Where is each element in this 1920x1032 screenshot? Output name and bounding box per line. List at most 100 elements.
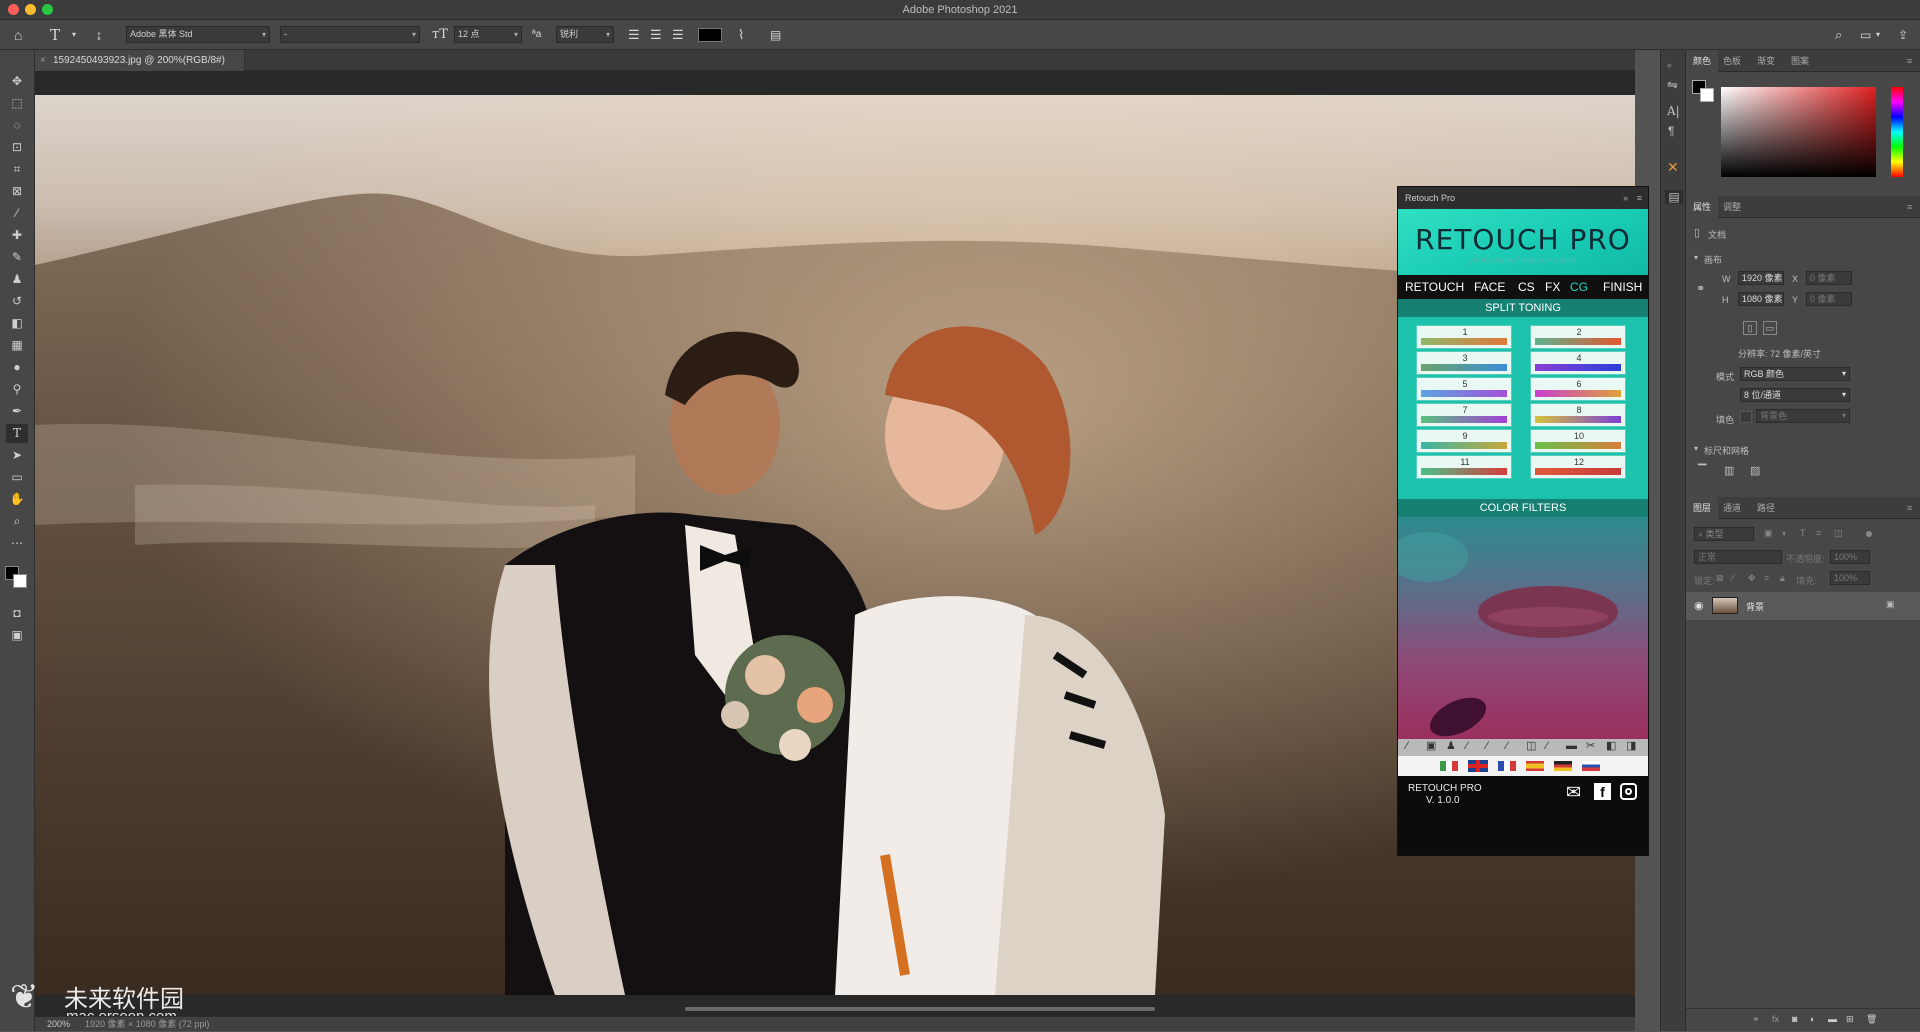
nav-fx[interactable]: FX	[1545, 275, 1560, 299]
nav-retouch[interactable]: RETOUCH	[1405, 275, 1464, 299]
new-layer-icon[interactable]: ⊞	[1846, 1014, 1854, 1025]
brush-icon[interactable]: ⁄	[1486, 739, 1488, 753]
screen-mode-icon[interactable]: ▣	[6, 626, 28, 645]
quick-select-tool-icon[interactable]: ⊡	[6, 138, 28, 157]
fill-color-swatch[interactable]	[1740, 411, 1752, 423]
split-tone-preset-2[interactable]: 2	[1530, 325, 1626, 349]
email-icon[interactable]: ✉	[1566, 782, 1581, 803]
font-family-select[interactable]: Adobe 黑体 Std ▾	[126, 26, 270, 43]
blur-tool-icon[interactable]: ●	[6, 358, 28, 377]
canvas-x-field[interactable]: 0 像素	[1806, 271, 1852, 285]
split-tone-preset-11[interactable]: 11	[1416, 455, 1512, 479]
hue-slider[interactable]	[1891, 87, 1903, 177]
filter-smart-icon[interactable]: ◫	[1834, 528, 1843, 539]
ruler-icon[interactable]: ▔	[1698, 464, 1706, 477]
grid-icon[interactable]: ▥	[1724, 464, 1734, 477]
workspace-icon[interactable]: ▭	[1860, 26, 1871, 44]
adjustment-layer-icon[interactable]: ◐	[1810, 1014, 1815, 1024]
tab-color[interactable]: 颜色	[1686, 50, 1719, 72]
stamp-icon[interactable]: ♟	[1446, 739, 1456, 753]
hand-tool-icon[interactable]: ✋	[6, 490, 28, 509]
color-filter-preview[interactable]	[1398, 517, 1648, 739]
chevron-down-icon[interactable]: ▾	[1694, 444, 1698, 453]
opacity-field[interactable]: 100%	[1830, 550, 1870, 564]
filter-adjust-icon[interactable]: ◐	[1782, 528, 1787, 538]
path-select-tool-icon[interactable]: ➤	[6, 446, 28, 465]
zoom-level[interactable]: 200%	[47, 1017, 70, 1032]
eraser-tool-icon[interactable]: ◧	[6, 314, 28, 333]
background-color-swatch[interactable]	[13, 574, 27, 588]
tab-channels[interactable]: 通道	[1716, 497, 1748, 519]
fx-icon[interactable]: fx	[1772, 1014, 1779, 1024]
move-tool-icon[interactable]: ✥	[6, 72, 28, 91]
rectangle-tool-icon[interactable]: ▭	[6, 468, 28, 487]
split-tone-preset-9[interactable]: 9	[1416, 429, 1512, 453]
expand-icon[interactable]: ◨	[1626, 739, 1636, 753]
lasso-tool-icon[interactable]: ◌	[6, 116, 28, 135]
retouch-pro-icon[interactable]: ✕	[1667, 160, 1679, 174]
filter-pixel-icon[interactable]: ▣	[1764, 528, 1773, 539]
frame-tool-icon[interactable]: ⊠	[6, 182, 28, 201]
tab-properties[interactable]: 属性	[1686, 196, 1719, 218]
document-canvas[interactable]	[35, 95, 1635, 995]
character-panel-icon[interactable]: ▤	[770, 26, 781, 44]
search-icon[interactable]: ⌕	[1835, 26, 1842, 44]
healing-brush-icon[interactable]: ✚	[6, 226, 28, 245]
visibility-eye-icon[interactable]: ◉	[1694, 599, 1704, 612]
lock-position-icon[interactable]: ✥	[1748, 573, 1756, 584]
marquee-tool-icon[interactable]: ⬚	[6, 94, 28, 113]
layer-name[interactable]: 背景	[1746, 600, 1764, 613]
nav-cg[interactable]: CG	[1570, 275, 1588, 299]
tab-adjustments[interactable]: 调整	[1716, 196, 1748, 218]
dodge-tool-icon[interactable]: ⚲	[6, 380, 28, 399]
brush-tool-icon[interactable]: ✎	[6, 248, 28, 267]
tab-swatches[interactable]: 色板	[1716, 50, 1748, 72]
warp-text-icon[interactable]: ⌇	[738, 26, 744, 44]
pen-tool-icon[interactable]: ✒	[6, 402, 28, 421]
paragraph-panel-icon[interactable]: ¶	[1668, 124, 1674, 138]
split-tone-preset-5[interactable]: 5	[1416, 377, 1512, 401]
layer-filter-select[interactable]: ⌕ 类型	[1694, 527, 1754, 541]
history-brush-icon[interactable]: ↺	[6, 292, 28, 311]
split-tone-preset-8[interactable]: 8	[1530, 403, 1626, 427]
new-group-icon[interactable]: ▬	[1828, 1014, 1837, 1024]
instagram-icon[interactable]	[1620, 783, 1637, 800]
align-center-icon[interactable]: ☰	[650, 26, 662, 44]
landscape-orientation-icon[interactable]: ▭	[1763, 321, 1777, 335]
font-size-select[interactable]: 12 点 ▾	[454, 26, 522, 43]
flag-spain-icon[interactable]	[1526, 761, 1544, 771]
font-style-select[interactable]: - ▾	[280, 26, 420, 43]
layers-icon[interactable]: ◫	[1526, 739, 1536, 753]
stamp-tool-icon[interactable]: ♟	[6, 270, 28, 289]
canvas-width-field[interactable]: 1920 像素	[1738, 271, 1784, 285]
pencil-icon[interactable]: ⁄	[1466, 739, 1468, 753]
crop-tool-icon[interactable]: ⌗	[6, 160, 28, 179]
flag-germany-icon[interactable]	[1554, 761, 1572, 771]
collapse-icon[interactable]: »	[1623, 187, 1628, 209]
close-icon[interactable]: ×	[40, 50, 46, 71]
split-tone-preset-1[interactable]: 1	[1416, 325, 1512, 349]
split-tone-preset-6[interactable]: 6	[1530, 377, 1626, 401]
split-tone-preset-3[interactable]: 3	[1416, 351, 1512, 375]
chevron-down-icon[interactable]: ▾	[1876, 26, 1880, 44]
ruler-icon[interactable]: ▬	[1566, 739, 1577, 753]
horizontal-scrollbar-thumb[interactable]	[685, 1007, 1155, 1011]
layer-row-background[interactable]: ◉ 背景 ▣	[1686, 592, 1920, 620]
nav-finish[interactable]: FINISH	[1603, 275, 1642, 299]
panel-menu-icon[interactable]: ≡	[1637, 187, 1642, 209]
split-tone-preset-12[interactable]: 12	[1530, 455, 1626, 479]
pen-icon[interactable]: ⁄	[1506, 739, 1508, 753]
settings-icon[interactable]: ◧	[1606, 739, 1616, 753]
fill-select[interactable]: 背景色 ▾	[1756, 409, 1850, 423]
color-mode-select[interactable]: RGB 颜色 ▾	[1740, 367, 1850, 381]
link-layers-icon[interactable]: ⚭	[1752, 1014, 1760, 1025]
canvas-section-label[interactable]: 画布	[1704, 253, 1722, 266]
fill-opacity-field[interactable]: 100%	[1830, 571, 1870, 585]
background-color-swatch[interactable]	[1700, 88, 1714, 102]
plugin-panel-icon[interactable]: ▤	[1665, 190, 1683, 204]
canvas-area[interactable]	[35, 71, 1635, 1016]
camera-icon[interactable]: ▣	[1426, 739, 1436, 753]
lock-pixels-icon[interactable]: ⁄	[1732, 573, 1734, 583]
eyedropper-tool-icon[interactable]: ⁄	[6, 204, 28, 223]
lock-all-icon[interactable]: 🔒︎	[1780, 573, 1785, 584]
